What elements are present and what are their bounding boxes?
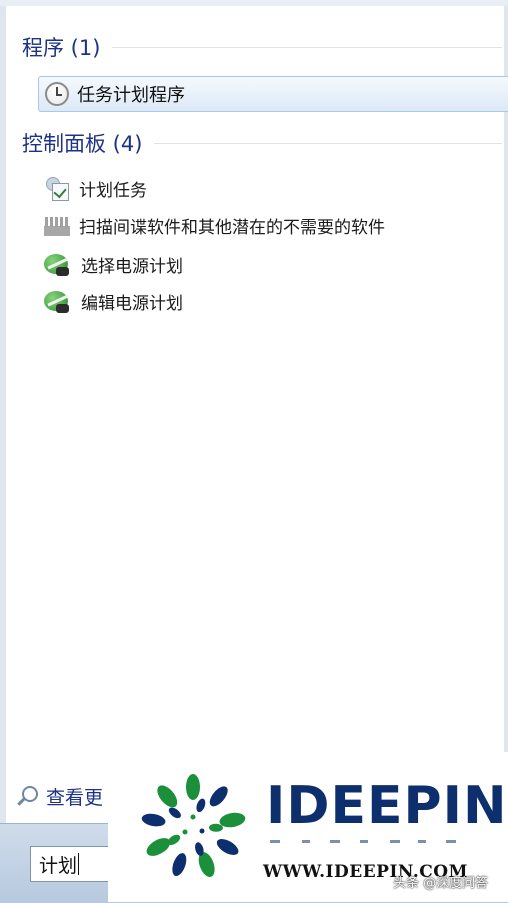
result-label: 计划任务 [79, 180, 147, 201]
see-more-results-link[interactable]: 查看更 [16, 779, 103, 813]
source-watermark: 头条 @深度问答 [393, 876, 489, 891]
programs-header-label: 程序 (1) [22, 36, 101, 60]
result-task-scheduler[interactable]: 任务计划程序 [38, 76, 508, 112]
brand-decoration [270, 840, 456, 843]
control-panel-group-header: 控制面板 (4) [22, 128, 502, 158]
see-more-label: 查看更 [46, 786, 104, 809]
ideepin-logo-mark [141, 774, 246, 878]
text-caret [78, 853, 80, 875]
scheduled-task-icon [44, 175, 70, 201]
brand-wordmark: IDEEPIN [266, 776, 508, 836]
result-scheduled-tasks[interactable]: 计划任务 [44, 173, 147, 203]
result-label: 扫描间谍软件和其他潜在的不需要的软件 [79, 217, 385, 238]
firewall-icon [44, 214, 70, 236]
result-label: 任务计划程序 [77, 85, 185, 106]
search-icon [16, 784, 40, 808]
result-label: 选择电源计划 [81, 256, 183, 277]
result-label: 编辑电源计划 [81, 293, 183, 314]
control-panel-header-label: 控制面板 (4) [22, 132, 143, 156]
divider [112, 46, 502, 48]
result-choose-power-plan[interactable]: 选择电源计划 [44, 249, 183, 279]
power-plan-icon [44, 288, 72, 314]
clock-icon [45, 82, 69, 106]
programs-group-header: 程序 (1) [22, 32, 502, 62]
panel-top-edge [0, 0, 508, 6]
divider [154, 142, 502, 144]
search-input-value: 计划 [39, 854, 78, 877]
result-edit-power-plan[interactable]: 编辑电源计划 [44, 286, 183, 316]
result-scan-spyware[interactable]: 扫描间谍软件和其他潜在的不需要的软件 [44, 210, 385, 240]
power-plan-icon [44, 251, 72, 277]
